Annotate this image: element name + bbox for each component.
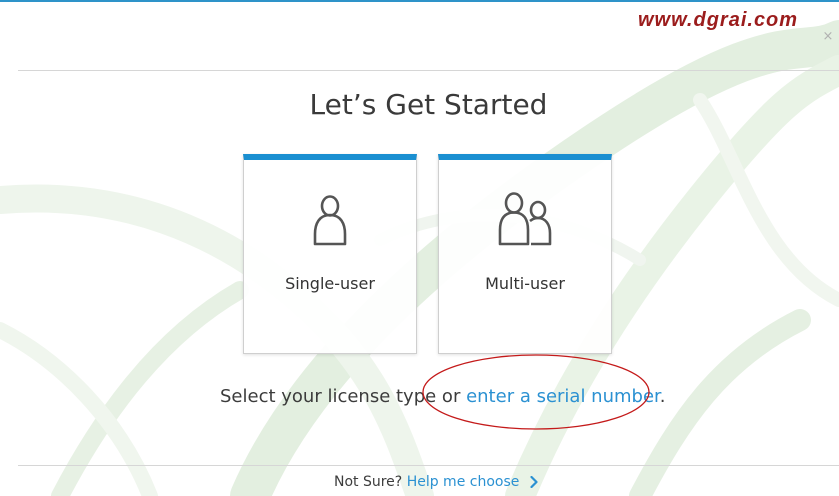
- watermark-text: www.dgrai.com: [638, 9, 799, 31]
- not-sure-text: Not Sure?: [334, 474, 403, 490]
- license-prompt-suffix: .: [659, 386, 666, 407]
- chevron-right-icon[interactable]: [530, 475, 538, 492]
- close-icon[interactable]: ×: [822, 30, 834, 44]
- single-user-icon: [244, 188, 416, 252]
- help-me-choose-link[interactable]: Help me choose: [407, 474, 520, 490]
- help-footer: Not Sure? Help me choose: [334, 474, 538, 492]
- single-user-label: Single-user: [285, 274, 375, 293]
- multi-user-label: Multi-user: [485, 274, 565, 293]
- footer-divider: [18, 465, 839, 466]
- annotation-ellipse: [422, 354, 650, 430]
- multi-user-card[interactable]: Multi-user: [438, 154, 612, 354]
- page-title: Let’s Get Started: [309, 88, 548, 121]
- header-divider: [18, 70, 839, 71]
- single-user-card[interactable]: Single-user: [243, 154, 417, 354]
- multi-user-icon: [439, 188, 611, 252]
